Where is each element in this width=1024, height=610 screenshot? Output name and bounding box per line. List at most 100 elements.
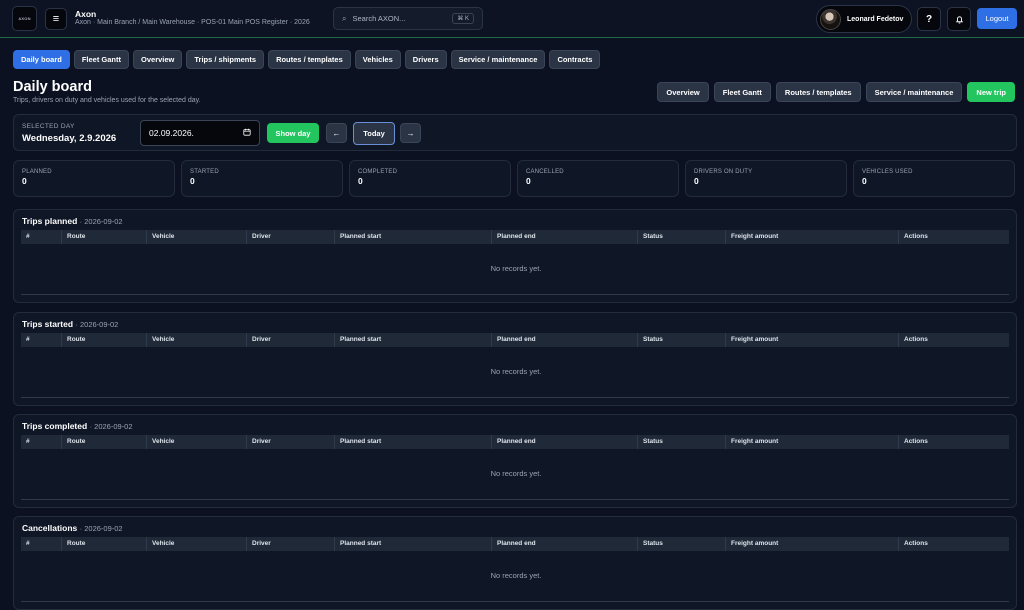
stat-started: STARTED 0 [181,160,343,197]
column-header[interactable]: Planned end [491,230,637,244]
column-header[interactable]: Vehicle [146,435,246,449]
column-header[interactable]: Route [61,333,146,347]
tab-vehicles[interactable]: Vehicles [354,50,401,69]
stat-value: 0 [862,176,867,186]
page-actions: Overview Fleet Gantt Routes / templates … [657,82,1015,102]
column-header[interactable]: Vehicle [146,230,246,244]
column-header[interactable]: Vehicle [146,333,246,347]
search-input[interactable]: ⌕ Search AXON... ⌘ K [333,7,483,30]
column-header[interactable]: Planned start [334,230,491,244]
previous-day-button[interactable]: ← [326,123,347,143]
column-header[interactable]: Status [637,230,725,244]
column-header[interactable]: Planned start [334,435,491,449]
page-subtitle: Trips, drivers on duty and vehicles used… [13,97,201,104]
stat-value: 0 [694,176,699,186]
tab-trips-shipments[interactable]: Trips / shipments [186,50,265,69]
table-header: # Route Vehicle Driver Planned start Pla… [21,435,1009,449]
date-input[interactable]: 02.09.2026. [140,120,260,146]
app-title: Axon [75,8,97,19]
tab-fleet-gantt[interactable]: Fleet Gantt [73,50,130,69]
column-header[interactable]: Driver [246,435,334,449]
column-header[interactable]: Status [637,537,725,551]
section-title: Trips completed · 2026-09-02 [22,421,133,431]
app-context: Axon · Main Branch / Main Warehouse · PO… [75,19,310,27]
column-header[interactable]: Route [61,230,146,244]
stat-cancelled: CANCELLED 0 [517,160,679,197]
new-trip-button[interactable]: New trip [967,82,1015,102]
calendar-icon[interactable] [243,128,251,138]
tab-daily-board[interactable]: Daily board [13,50,70,69]
column-header[interactable]: Status [637,333,725,347]
trip-section-3: Cancellations · 2026-09-02 # Route Vehic… [13,516,1017,610]
stat-label: STARTED [190,169,219,175]
column-header[interactable]: Freight amount [725,537,898,551]
column-header[interactable]: Route [61,435,146,449]
logout-button[interactable]: Logout [977,8,1017,29]
column-header[interactable]: Freight amount [725,333,898,347]
section-date: · 2026-09-02 [79,217,123,226]
stat-completed: COMPLETED 0 [349,160,511,197]
column-header[interactable]: Planned end [491,537,637,551]
column-header[interactable]: # [21,230,61,244]
column-header[interactable]: Driver [246,333,334,347]
column-header[interactable]: Status [637,435,725,449]
column-header[interactable]: Freight amount [725,230,898,244]
stat-vehicles-used: VEHICLES USED 0 [853,160,1015,197]
column-header[interactable]: Actions [898,537,1009,551]
divider [21,294,1009,295]
divider [21,601,1009,602]
tab-service-maintenance[interactable]: Service / maintenance [450,50,546,69]
service-maintenance-button[interactable]: Service / maintenance [865,82,963,102]
column-header[interactable]: Planned end [491,333,637,347]
trip-section-0: Trips planned · 2026-09-02 # Route Vehic… [13,209,1017,303]
column-header[interactable]: Actions [898,230,1009,244]
user-name: Leonard Fedetov [847,15,904,23]
column-header[interactable]: Planned start [334,537,491,551]
section-date: · 2026-09-02 [79,524,123,533]
stat-label: CANCELLED [526,169,564,175]
section-date: · 2026-09-02 [89,422,133,431]
section-title: Trips planned · 2026-09-02 [22,216,123,226]
column-header[interactable]: Actions [898,333,1009,347]
menu-button[interactable]: ≡ [45,7,67,30]
stat-value: 0 [190,176,195,186]
column-header[interactable]: Planned end [491,435,637,449]
column-header[interactable]: # [21,537,61,551]
next-day-button[interactable]: → [400,123,421,143]
help-button[interactable]: ? [917,7,941,31]
column-header[interactable]: Planned start [334,333,491,347]
fleet-gantt-button[interactable]: Fleet Gantt [713,82,771,102]
column-header[interactable]: # [21,435,61,449]
notifications-button[interactable] [947,7,971,31]
table-header: # Route Vehicle Driver Planned start Pla… [21,333,1009,347]
stat-label: COMPLETED [358,169,398,175]
tab-routes-templates[interactable]: Routes / templates [268,50,351,69]
stat-label: DRIVERS ON DUTY [694,169,753,175]
user-menu[interactable]: Leonard Fedetov [816,5,912,33]
tab-contracts[interactable]: Contracts [549,50,601,69]
selected-day-value: Wednesday, 2.9.2026 [22,133,117,144]
column-header[interactable]: Freight amount [725,435,898,449]
column-header[interactable]: Driver [246,230,334,244]
section-title: Cancellations · 2026-09-02 [22,523,123,533]
column-header[interactable]: Route [61,537,146,551]
column-header[interactable]: Vehicle [146,537,246,551]
show-day-button[interactable]: Show day [267,123,319,143]
stat-value: 0 [22,176,27,186]
tab-drivers[interactable]: Drivers [404,50,447,69]
column-header[interactable]: Actions [898,435,1009,449]
section-title-text: Trips completed [22,421,88,431]
tab-overview[interactable]: Overview [133,50,183,69]
column-header[interactable]: Driver [246,537,334,551]
app-logo[interactable]: AXON [12,6,37,31]
table-header: # Route Vehicle Driver Planned start Pla… [21,537,1009,551]
routes-templates-button[interactable]: Routes / templates [775,82,861,102]
today-button[interactable]: Today [353,122,395,145]
stat-drivers-on-duty: DRIVERS ON DUTY 0 [685,160,847,197]
overview-button[interactable]: Overview [657,82,709,102]
column-header[interactable]: # [21,333,61,347]
section-title: Trips started · 2026-09-02 [22,319,118,329]
empty-state: No records yet. [490,264,542,273]
date-input-value: 02.09.2026. [149,128,194,138]
stats-row: PLANNED 0 STARTED 0 COMPLETED 0 CANCELLE… [13,160,1015,197]
